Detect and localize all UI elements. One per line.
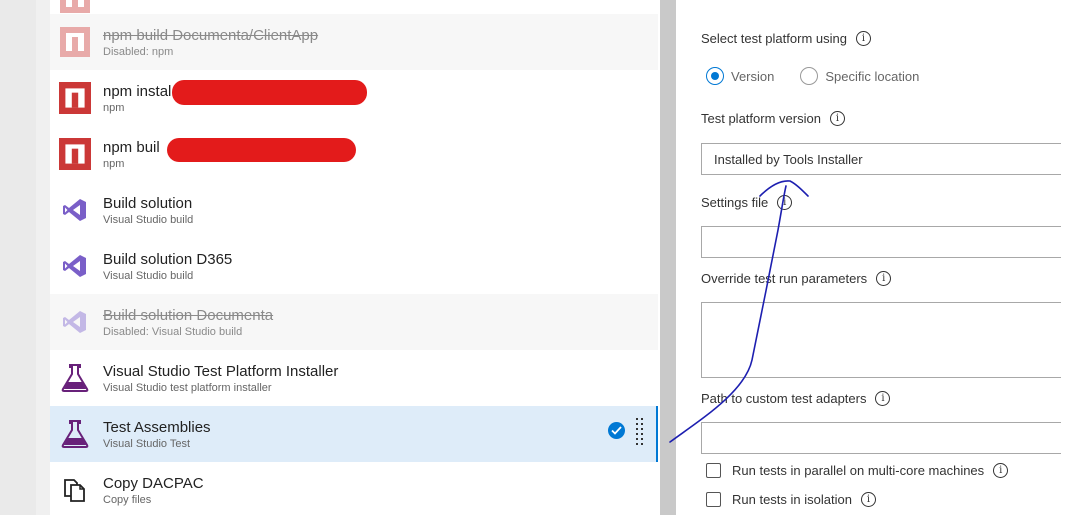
pane-splitter[interactable] xyxy=(660,0,676,515)
task-title: npm build Documenta/ClientApp xyxy=(103,26,319,44)
version-radio[interactable] xyxy=(706,67,724,85)
npm-icon xyxy=(58,81,92,115)
task-row-test-assemblies[interactable]: Test Assemblies Visual Studio Test xyxy=(50,406,658,462)
task-title: npm buil xyxy=(103,138,160,156)
redaction-mark xyxy=(167,138,356,162)
flask-icon xyxy=(58,417,92,451)
task-row-test-platform-installer[interactable]: Visual Studio Test Platform Installer Vi… xyxy=(50,350,658,406)
settings-file-input[interactable] xyxy=(701,226,1061,258)
visual-studio-icon xyxy=(58,249,92,283)
flask-icon xyxy=(58,361,92,395)
test-platform-label: Select test platform using i xyxy=(701,31,871,46)
task-subtitle: Visual Studio build xyxy=(103,213,194,226)
task-row-copy-dacpac[interactable]: Copy DACPAC Copy files xyxy=(50,462,658,515)
app-window: npm build Documenta/ClientApp Disabled: … xyxy=(0,0,1070,515)
task-subtitle: Visual Studio test platform installer xyxy=(103,381,272,394)
checkmark-icon xyxy=(608,422,625,439)
version-radio-label: Version xyxy=(731,68,775,84)
execution-options-panel: Select test platform using i Version Spe… xyxy=(676,0,1070,515)
task-list: npm build Documenta/ClientApp Disabled: … xyxy=(50,0,660,515)
custom-adapters-label: Path to custom test adapters i xyxy=(701,391,891,406)
override-parameters-label: Override test run parameters i xyxy=(701,271,892,286)
info-icon[interactable]: i xyxy=(860,492,876,507)
info-icon[interactable]: i xyxy=(875,391,891,406)
task-subtitle: Copy files xyxy=(103,493,152,506)
info-icon[interactable]: i xyxy=(855,31,871,46)
drag-handle-icon[interactable] xyxy=(636,418,644,448)
npm-icon xyxy=(58,137,92,171)
task-title: Test Assemblies xyxy=(103,418,211,436)
test-platform-version-label: Test platform version i xyxy=(701,111,845,126)
info-icon[interactable]: i xyxy=(829,111,845,126)
visual-studio-icon xyxy=(58,305,92,339)
copy-files-icon xyxy=(58,473,92,507)
override-parameters-textarea[interactable] xyxy=(701,302,1061,378)
task-subtitle: Disabled: Visual Studio build xyxy=(103,325,243,338)
task-title: Build solution xyxy=(103,194,193,212)
task-title: Build solution D365 xyxy=(103,250,233,268)
task-title: Copy DACPAC xyxy=(103,474,204,492)
specific-location-radio-label: Specific location xyxy=(825,68,920,84)
task-title: Build solution Documenta xyxy=(103,306,274,324)
settings-file-label: Settings file i xyxy=(701,195,793,210)
task-title: Visual Studio Test Platform Installer xyxy=(103,362,339,380)
parallel-checkbox-row[interactable]: Run tests in parallel on multi-core mach… xyxy=(706,463,1009,478)
visual-studio-icon xyxy=(58,193,92,227)
task-row-build-solution-documenta[interactable]: Build solution Documenta Disabled: Visua… xyxy=(50,294,658,350)
npm-icon xyxy=(58,0,92,15)
task-row-npm-build-documenta[interactable]: npm build Documenta/ClientApp Disabled: … xyxy=(50,14,658,70)
task-subtitle: npm xyxy=(103,157,125,170)
isolation-checkbox[interactable] xyxy=(706,492,721,507)
info-icon[interactable]: i xyxy=(876,271,892,286)
left-gutter xyxy=(0,0,36,515)
specific-location-radio[interactable] xyxy=(800,67,819,85)
redaction-mark xyxy=(172,80,367,105)
platform-radio-group: Version Specific location xyxy=(706,67,919,85)
npm-icon xyxy=(58,25,92,59)
task-subtitle: Visual Studio Test xyxy=(103,437,191,450)
info-icon[interactable]: i xyxy=(993,463,1009,478)
task-subtitle: Visual Studio build xyxy=(103,269,194,282)
custom-adapters-input[interactable] xyxy=(701,422,1061,454)
task-row-build-solution-d365[interactable]: Build solution D365 Visual Studio build xyxy=(50,238,658,294)
test-platform-version-select[interactable]: Installed by Tools Installer xyxy=(701,143,1061,175)
parallel-checkbox[interactable] xyxy=(706,463,721,478)
isolation-checkbox-row[interactable]: Run tests in isolation i xyxy=(706,492,876,507)
task-subtitle: Disabled: npm xyxy=(103,45,174,58)
task-row-build-solution[interactable]: Build solution Visual Studio build xyxy=(50,182,658,238)
task-subtitle: npm xyxy=(103,101,125,114)
info-icon[interactable]: i xyxy=(777,195,793,210)
task-title: npm instal xyxy=(103,82,172,100)
